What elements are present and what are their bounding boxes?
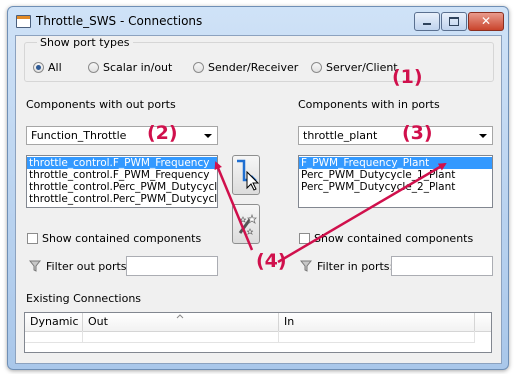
annotation-arrow (214, 161, 254, 251)
title-bar[interactable]: Throttle_SWS - Connections ✕ (8, 7, 508, 35)
annotation-arrows (214, 161, 447, 264)
maximize-button[interactable] (441, 12, 467, 31)
close-button[interactable]: ✕ (468, 12, 504, 31)
dialog-body: Show port types All Scalar in/out Sender… (15, 35, 502, 364)
minimize-button[interactable] (414, 12, 440, 31)
annotation-arrow (277, 162, 447, 264)
close-icon: ✕ (480, 14, 492, 28)
window-title: Throttle_SWS - Connections (36, 14, 203, 28)
connections-window: Throttle_SWS - Connections ✕ Show port t… (7, 6, 509, 370)
app-icon (16, 15, 31, 28)
